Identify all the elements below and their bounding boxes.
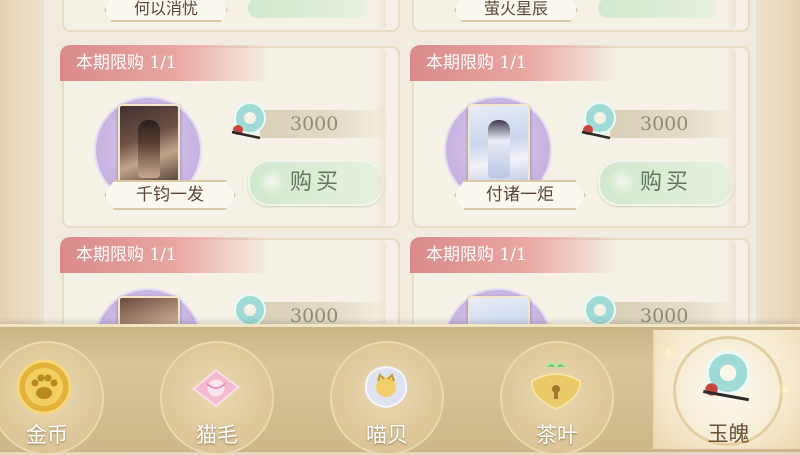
- price-display: 3000: [260, 110, 388, 138]
- purchase-limit-ribbon: 本期限购 1/1: [410, 237, 620, 273]
- tab-label: 喵贝: [366, 423, 408, 447]
- shop-card-partial-2: 萤火星辰: [412, 0, 750, 32]
- item-name-plate: 千钧一发: [104, 180, 236, 210]
- buy-button[interactable]: 购买: [248, 160, 384, 206]
- character-portrait: [118, 104, 180, 186]
- buy-button[interactable]: 购买: [598, 160, 734, 206]
- purchase-limit-ribbon: 本期限购 1/1: [60, 45, 270, 81]
- purchase-limit-ribbon: 本期限购 1/1: [60, 237, 270, 273]
- item-name-plate: 何以消忧: [104, 0, 228, 22]
- item-name-plate: 萤火星辰: [454, 0, 578, 22]
- tab-label: 茶叶: [536, 423, 578, 447]
- sparkle: [667, 350, 671, 354]
- tab-tea-leaf[interactable]: 茶叶: [500, 341, 614, 455]
- jade-ring-icon: [231, 102, 266, 140]
- price-display: 3000: [610, 110, 738, 138]
- tab-label: 猫毛: [196, 423, 238, 447]
- tab-cat-fur[interactable]: 猫毛: [160, 341, 274, 455]
- sparkle: [783, 388, 787, 392]
- tab-gold-coin[interactable]: 金币: [0, 341, 104, 455]
- shell-icon: [364, 365, 408, 409]
- character-portrait: [468, 104, 530, 186]
- gold-coin-icon: [16, 359, 72, 415]
- tab-jade-soul[interactable]: 玉魄: [653, 330, 800, 449]
- tea-lock-icon: [530, 362, 582, 411]
- tab-meow-shell[interactable]: 喵贝: [330, 341, 444, 455]
- tab-label: 玉魄: [707, 422, 750, 446]
- buy-button[interactable]: [248, 0, 368, 18]
- shop-card-2: 本期限购 1/1 3000 购买 付诸一炬: [410, 45, 750, 228]
- purchase-limit-ribbon: 本期限购 1/1: [410, 45, 620, 81]
- item-name-plate: 付诸一炬: [454, 180, 586, 210]
- shop-card-partial-1: 何以消忧: [62, 0, 400, 32]
- jade-ring-icon: [702, 350, 751, 402]
- buy-button[interactable]: [598, 0, 718, 18]
- jade-ring-icon: [581, 102, 616, 140]
- cat-fur-icon: [192, 369, 240, 407]
- shop-card-1: 本期限购 1/1 3000 购买 千钧一发: [60, 45, 400, 228]
- tab-label: 金币: [26, 423, 68, 447]
